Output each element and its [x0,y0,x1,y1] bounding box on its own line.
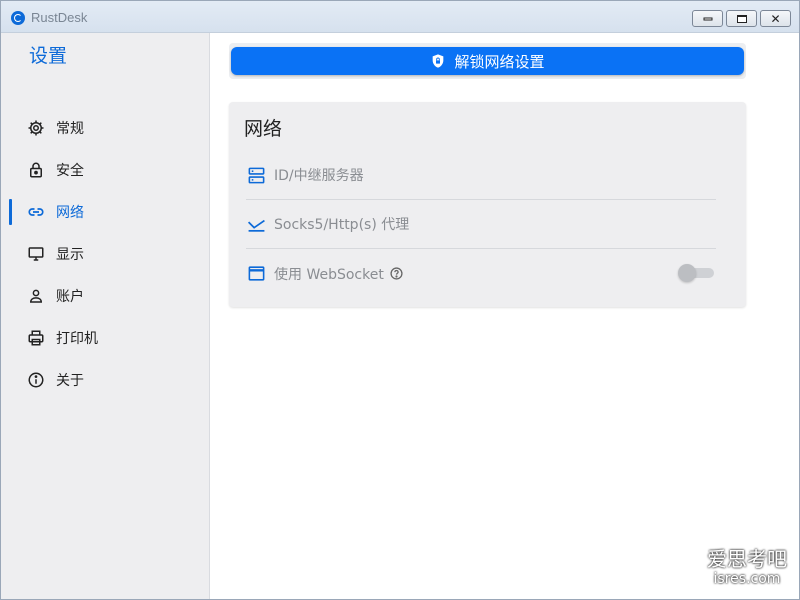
rustdesk-logo-icon [11,11,25,25]
settings-sidebar: 设置 常规 安全 网络 显示 账户 打印机 关于 [1,33,210,599]
watermark-sub: isres.com [713,571,781,587]
minimize-button[interactable] [692,10,723,27]
watermark: 爱思考吧 isres.com [707,547,787,587]
printer-icon [26,328,46,348]
sidebar-item-label: 关于 [56,373,84,389]
settings-nav: 常规 安全 网络 显示 账户 打印机 关于 [1,107,209,401]
window-icon [246,264,266,284]
sidebar-item-label: 显示 [56,247,84,263]
network-card-title: 网络 [244,118,283,140]
websocket-row[interactable]: 使用 WebSocket [246,249,716,298]
gear-icon [26,118,46,138]
proxy-row[interactable]: Socks5/Http(s) 代理 [246,200,716,249]
sidebar-item-network[interactable]: 网络 [1,191,209,233]
monitor-icon [26,244,46,264]
sidebar-title: 设置 [29,45,68,67]
title-bar[interactable]: RustDesk ✕ [1,1,799,33]
proxy-icon [246,214,266,234]
sidebar-item-label: 安全 [56,163,84,179]
sidebar-item-display[interactable]: 显示 [1,233,209,275]
sidebar-item-label: 账户 [56,289,84,305]
link-icon [26,202,46,222]
shield-icon [433,54,444,68]
lock-icon [26,160,46,180]
sidebar-item-label: 常规 [56,121,84,137]
sidebar-item-about[interactable]: 关于 [1,359,209,401]
sidebar-item-printer[interactable]: 打印机 [1,317,209,359]
unlock-container: 解锁网络设置 [229,43,746,79]
maximize-button[interactable] [726,10,757,27]
window-controls: ✕ [692,10,791,27]
window-title: RustDesk [31,10,88,25]
maximize-icon [736,14,747,23]
proxy-label: Socks5/Http(s) 代理 [274,217,410,233]
close-button[interactable]: ✕ [760,10,791,27]
sidebar-item-account[interactable]: 账户 [1,275,209,317]
id-relay-server-label: ID/中继服务器 [274,168,364,184]
unlock-button-label: 解锁网络设置 [454,52,545,71]
watermark-main: 爱思考吧 [707,547,787,571]
sidebar-item-security[interactable]: 安全 [1,149,209,191]
server-icon [246,165,266,185]
info-icon [26,370,46,390]
network-card: 网络 ID/中继服务器 Socks5/Http(s) 代理 使用 WebSock… [229,102,746,307]
sidebar-item-label: 打印机 [56,331,98,347]
help-icon[interactable] [390,267,403,280]
close-icon: ✕ [770,11,781,26]
id-relay-server-row[interactable]: ID/中继服务器 [246,151,716,200]
websocket-toggle[interactable] [678,264,716,282]
toggle-knob [678,264,696,282]
settings-content: 解锁网络设置 网络 ID/中继服务器 Socks5/Http(s) 代理 使用 … [210,33,799,599]
person-icon [26,286,46,306]
websocket-label: 使用 WebSocket [274,266,384,283]
app-window: RustDesk ✕ 设置 常规 安全 网络 显示 账户 打印机 关于 解锁网络… [0,0,800,600]
sidebar-item-general[interactable]: 常规 [1,107,209,149]
minimize-icon [703,17,712,20]
unlock-network-settings-button[interactable]: 解锁网络设置 [231,47,744,75]
sidebar-item-label: 网络 [56,205,84,221]
